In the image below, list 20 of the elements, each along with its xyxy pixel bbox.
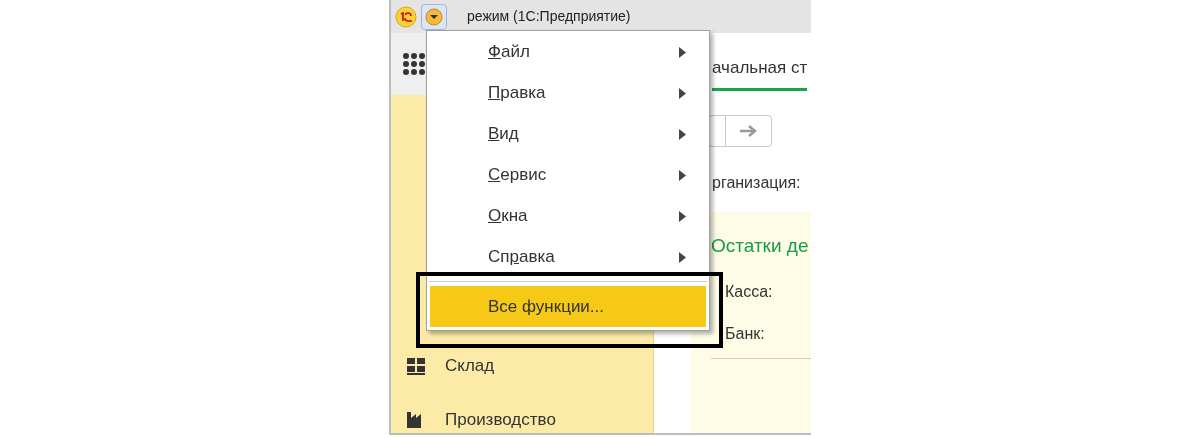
forward-button[interactable] xyxy=(725,115,772,147)
menu-item[interactable]: Все функции... xyxy=(430,286,706,327)
arrow-right-icon xyxy=(738,125,759,137)
sidebar-item[interactable]: Склад xyxy=(407,353,653,379)
row-label: Банк: xyxy=(724,323,766,344)
grid-menu-icon[interactable] xyxy=(403,53,425,75)
sidebar-item[interactable]: Производство xyxy=(407,406,653,432)
menu-item[interactable]: Вид xyxy=(430,123,706,145)
logo-icon xyxy=(395,5,417,28)
menu-item[interactable]: Правка xyxy=(430,82,706,104)
grid-icon xyxy=(407,356,425,375)
menu-item[interactable]: Файл xyxy=(430,41,706,63)
organization-label: рганизация: xyxy=(712,173,801,193)
row-label: Касса: xyxy=(724,281,774,302)
menu-item[interactable]: Справка xyxy=(430,246,706,268)
window-title: режим (1С:Предприятие) xyxy=(467,7,631,26)
menu-dropdown-button[interactable] xyxy=(421,3,447,30)
menu-item[interactable]: Сервис xyxy=(430,164,706,186)
menu-item[interactable]: Окна xyxy=(430,205,706,227)
panel-title: Остатки де xyxy=(711,234,810,258)
